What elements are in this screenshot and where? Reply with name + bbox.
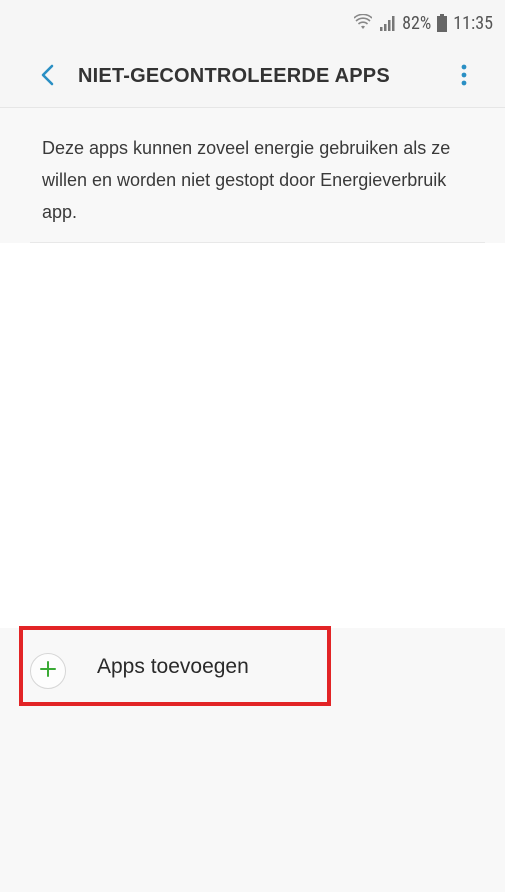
signal-icon bbox=[378, 14, 396, 32]
more-vertical-icon bbox=[461, 63, 467, 91]
back-button[interactable] bbox=[28, 57, 68, 97]
clock: 11:35 bbox=[453, 12, 493, 34]
app-list-empty-area bbox=[0, 243, 505, 628]
plus-icon bbox=[39, 660, 57, 682]
more-options-button[interactable] bbox=[449, 57, 479, 97]
description-text: Deze apps kunnen zoveel energie gebruike… bbox=[0, 108, 505, 243]
add-apps-button[interactable] bbox=[0, 628, 505, 714]
empty-bottom-area bbox=[0, 714, 505, 892]
wifi-icon bbox=[354, 14, 373, 32]
battery-icon bbox=[437, 14, 448, 32]
page-title: NIET-GECONTROLEERDE APPS bbox=[78, 65, 390, 87]
app-bar: NIET-GECONTROLEERDE APPS bbox=[0, 46, 505, 108]
battery-percentage: 82% bbox=[402, 12, 432, 34]
chevron-left-icon bbox=[39, 63, 57, 91]
status-icons: 82% 11:35 bbox=[354, 13, 493, 34]
add-apps-label[interactable]: Apps toevoegen bbox=[97, 655, 249, 679]
add-apps-icon-circle[interactable] bbox=[30, 653, 66, 689]
status-bar: 82% 11:35 bbox=[0, 0, 505, 46]
